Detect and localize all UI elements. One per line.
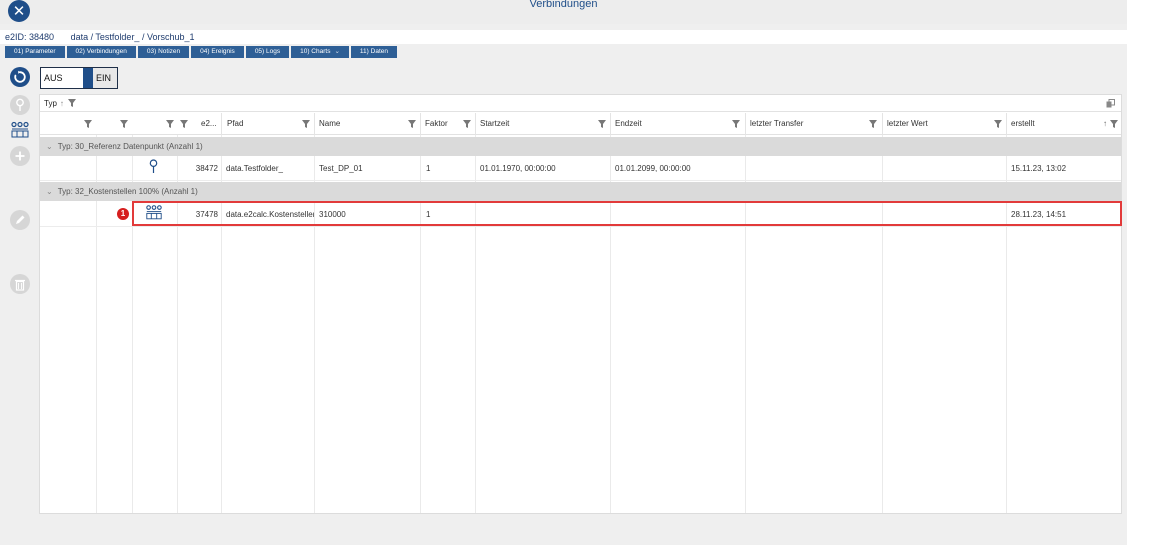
filter-icon[interactable] [68, 99, 77, 107]
tab-label: 11) Daten [359, 48, 388, 55]
cell-startzeit: 01.01.1970, 00:00:00 [480, 164, 556, 173]
tab-parameter[interactable]: 01) Parameter [5, 46, 65, 58]
count-badge: 1 [117, 208, 129, 220]
object-path: data / Testfolder_ / Vorschub_1 [70, 32, 195, 42]
tab-label: 03) Notizen [146, 48, 181, 55]
datapoint-icon[interactable] [10, 95, 30, 115]
window-title: Verbindungen [529, 0, 598, 10]
delete-icon[interactable] [10, 274, 30, 294]
filter-icon[interactable] [180, 120, 188, 128]
tab-daten[interactable]: 11) Daten [350, 46, 397, 58]
chevron-down-icon[interactable]: ⌄ [46, 187, 53, 196]
cell-endzeit: 01.01.2099, 00:00:00 [615, 164, 691, 173]
info-bar: e2ID: 38480 data / Testfolder_ / Vorschu… [0, 30, 1127, 44]
column-header-endzeit[interactable]: Endzeit [610, 113, 642, 135]
copy-icon[interactable] [1106, 99, 1115, 108]
chevron-down-icon[interactable]: ⌄ [46, 142, 53, 151]
cell-faktor: 1 [426, 164, 431, 173]
filter-icon[interactable] [598, 120, 606, 128]
column-header-e2[interactable]: e2... [201, 113, 217, 135]
filter-icon[interactable] [732, 120, 740, 128]
e2id-label: e2ID: 38480 [5, 32, 55, 42]
chevron-down-icon: ⌄ [334, 48, 340, 55]
right-gutter [1127, 0, 1153, 545]
group-by-bar: Typ ↑ [40, 95, 1121, 112]
toggle-on-label: EIN [93, 68, 117, 88]
tab-label: 04) Ereignis [200, 48, 235, 55]
sort-up-icon[interactable]: ↑ [1103, 113, 1107, 135]
tab-label: 01) Parameter [14, 48, 56, 55]
table-header: e2... Pfad Name Faktor Startzeit Endzeit… [40, 113, 1121, 135]
datapoint-icon [149, 159, 158, 173]
cell-letzter-transfer [750, 156, 878, 181]
filter-icon[interactable] [869, 120, 877, 128]
sort-up-icon[interactable]: ↑ [60, 99, 64, 108]
tab-charts[interactable]: 10) Charts ⌄ [291, 46, 349, 58]
column-header-pfad[interactable]: Pfad [221, 113, 243, 135]
table-row[interactable]: 38472 data.Testfolder_ Test_DP_01 1 01.0… [40, 156, 1121, 181]
toggle-knob[interactable] [83, 68, 93, 88]
filter-icon[interactable] [84, 120, 92, 128]
column-header-startzeit[interactable]: Startzeit [475, 113, 509, 135]
tab-logs[interactable]: 05) Logs [245, 46, 290, 58]
cell-pfad: data.Testfolder_ [226, 164, 283, 173]
hierarchy-icon[interactable] [10, 120, 30, 140]
filter-icon[interactable] [166, 120, 174, 128]
tab-verbindungen[interactable]: 02) Verbindungen [66, 46, 136, 58]
toggle-off-label: AUS [44, 73, 63, 83]
filter-icon[interactable] [463, 120, 471, 128]
tab-label: 10) Charts [300, 48, 331, 55]
cell-letzter-wert [887, 156, 1003, 181]
window-titlebar: ✕ Verbindungen [0, 0, 1127, 24]
table-row[interactable]: 1 37478 data.e2calc.Kostenstellen 310000… [40, 201, 1122, 227]
group-header[interactable]: ⌄ Typ: 32_Kostenstellen 100% (Anzahl 1) [40, 182, 1121, 201]
filter-icon[interactable] [408, 120, 416, 128]
connections-table: Typ ↑ e2... Pfad Name Faktor Startzeit En… [39, 94, 1122, 514]
filter-icon[interactable] [120, 120, 128, 128]
column-header-name[interactable]: Name [314, 113, 340, 135]
cell-erstellt: 15.11.23, 13:02 [1011, 164, 1067, 173]
add-icon[interactable] [10, 146, 30, 166]
cell-name: Test_DP_01 [319, 164, 363, 173]
column-header-letzter-transfer[interactable]: letzter Transfer [745, 113, 803, 135]
tab-label: 02) Verbindungen [75, 48, 127, 55]
filter-icon[interactable] [1110, 120, 1118, 128]
tab-notizen[interactable]: 03) Notizen [137, 46, 190, 58]
refresh-icon[interactable] [10, 67, 30, 87]
column-header-faktor[interactable]: Faktor [420, 113, 448, 135]
group-by-chip[interactable]: Typ [44, 99, 57, 108]
tab-bar: 01) Parameter 02) Verbindungen 03) Notiz… [5, 46, 397, 58]
group-title: Typ: 32_Kostenstellen 100% (Anzahl 1) [57, 187, 198, 196]
tab-ereignis[interactable]: 04) Ereignis [191, 46, 244, 58]
filter-icon[interactable] [302, 120, 310, 128]
filter-icon[interactable] [994, 120, 1002, 128]
column-header-erstellt[interactable]: erstellt [1006, 113, 1035, 135]
group-title: Typ: 30_Referenz Datenpunkt (Anzahl 1) [57, 142, 203, 151]
edit-icon[interactable] [10, 210, 30, 230]
group-header[interactable]: ⌄ Typ: 30_Referenz Datenpunkt (Anzahl 1) [40, 137, 1121, 156]
aus-ein-toggle[interactable]: AUS EIN [40, 67, 118, 89]
tab-label: 05) Logs [254, 48, 281, 55]
column-header-letzter-wert[interactable]: letzter Wert [882, 113, 928, 135]
cell-e2: 38472 [195, 164, 218, 173]
selection-highlight [132, 201, 1122, 226]
